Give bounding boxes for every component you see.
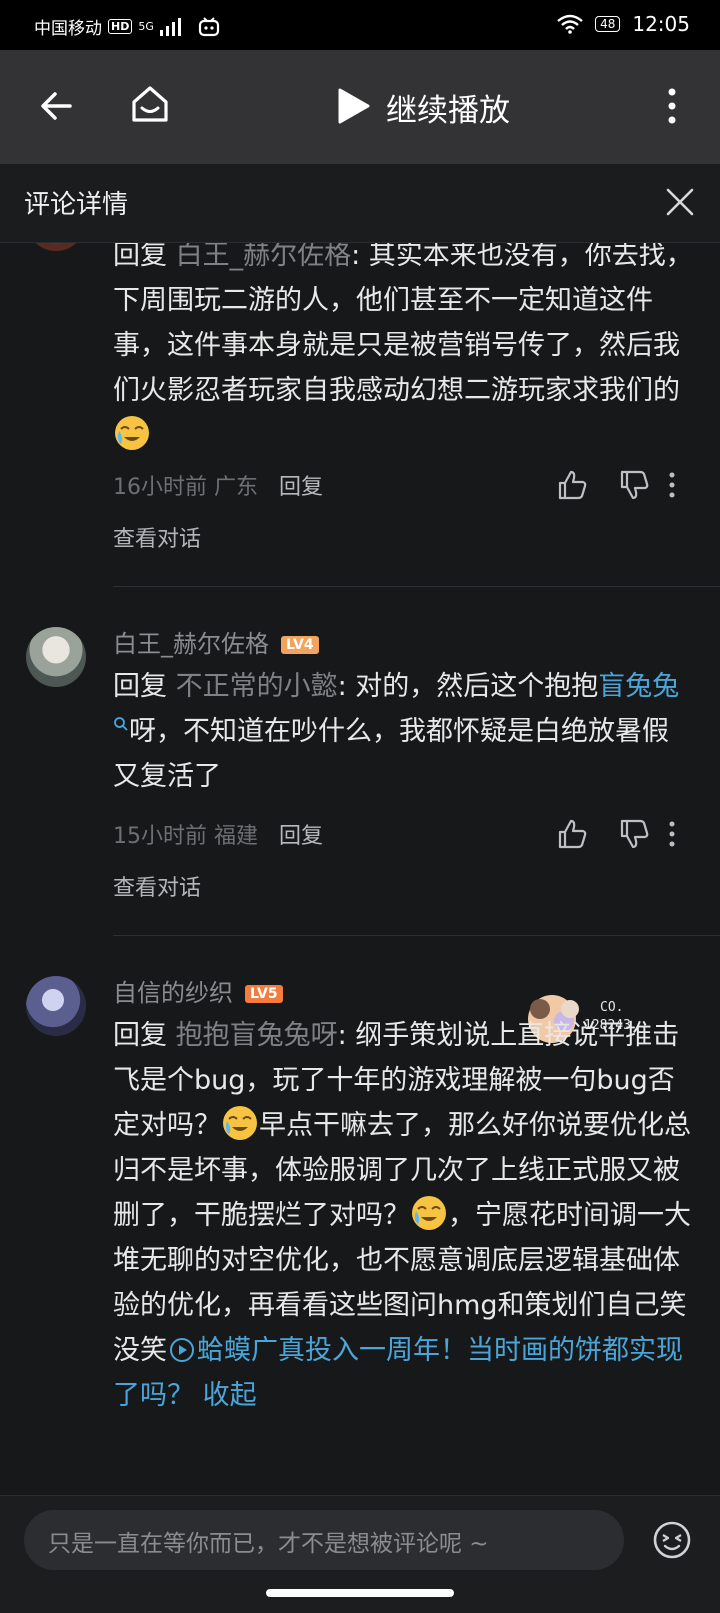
reply-button[interactable]: 回复: [279, 824, 323, 849]
more-vertical-icon[interactable]: [664, 86, 680, 126]
comment-input[interactable]: 只是一直在等你而已，才不是想被评论呢 ~: [24, 1510, 624, 1570]
reply-button[interactable]: 回复: [279, 475, 323, 500]
dislike-icon[interactable]: [618, 469, 650, 501]
page-title: 评论详情: [24, 190, 129, 220]
emoji-icon[interactable]: [652, 1520, 692, 1560]
comment-actions: [556, 818, 696, 850]
reply-to-user[interactable]: 不正常的小懿: [176, 671, 338, 702]
network-label: 5G: [138, 20, 154, 33]
back-arrow-icon[interactable]: [36, 86, 76, 126]
comment-username[interactable]: 自信的纱织 LV5: [113, 973, 283, 1008]
comment-list: 回复 白王_赫尔佐格: 其实本来也没有，你去找，下周围玩二游的人，他们甚至不一定…: [0, 243, 720, 1495]
signal-icon: [159, 17, 181, 36]
crying-laugh-emoji-icon: [223, 1106, 257, 1140]
like-icon[interactable]: [556, 469, 588, 501]
level-badge: LV4: [281, 636, 319, 654]
comment-location: 广东: [214, 475, 259, 500]
crying-laugh-emoji-icon: [115, 416, 149, 450]
comment-detail-header: 评论详情: [0, 164, 720, 243]
avatar[interactable]: [26, 243, 86, 251]
comment-text: 回复 抱抱盲兔兔呀: 纲手策划说上直接说平推击飞是个bug，玩了十年的游戏理解被…: [113, 1020, 691, 1411]
collapse-button[interactable]: 收起: [203, 1380, 257, 1411]
avatar[interactable]: [26, 976, 86, 1036]
wifi-icon: [557, 14, 583, 34]
carrier-label: 中国移动: [34, 19, 102, 39]
divider: [113, 586, 720, 587]
comment-time: 16小时前: [113, 475, 207, 500]
divider: [113, 935, 720, 936]
close-icon[interactable]: [664, 186, 696, 218]
home-icon[interactable]: [128, 82, 172, 126]
comment-meta: 15小时前 福建 回复: [113, 818, 323, 850]
comment-username[interactable]: 白王_赫尔佐格 LV4: [113, 624, 319, 659]
app-notification-icon: [198, 16, 219, 36]
avatar[interactable]: [26, 627, 86, 687]
view-conversation-link[interactable]: 查看对话: [113, 870, 201, 902]
dislike-icon[interactable]: [618, 818, 650, 850]
crying-laugh-emoji-icon: [412, 1196, 446, 1230]
more-vertical-icon[interactable]: [666, 469, 678, 501]
resume-play-button[interactable]: 继续播放: [386, 85, 510, 130]
comment-text: 回复 白王_赫尔佐格: 其实本来也没有，你去找，下周围玩二游的人，他们甚至不一定…: [113, 243, 693, 458]
video-link[interactable]: 蛤蟆广真投入一周年！当时画的饼都实现了吗？: [113, 1335, 683, 1411]
play-circle-icon: [170, 1338, 194, 1362]
video-top-bar: 继续播放: [0, 50, 720, 164]
level-badge: LV5: [245, 985, 283, 1003]
view-conversation-link[interactable]: 查看对话: [113, 521, 201, 553]
comment-location: 福建: [214, 824, 259, 849]
status-bar: 中国移动 HD 5G 48 12:05: [0, 0, 720, 50]
battery-icon: 48: [595, 16, 621, 32]
reply-to-user[interactable]: 白王_赫尔佐格: [176, 243, 352, 271]
play-icon[interactable]: [334, 86, 372, 126]
hd-icon: HD: [108, 19, 133, 34]
comment-actions: [556, 469, 696, 501]
search-icon: [114, 717, 128, 731]
home-indicator[interactable]: [266, 1589, 454, 1597]
reply-to-user[interactable]: 抱抱盲兔兔呀: [176, 1020, 338, 1051]
comment-time: 15小时前: [113, 824, 207, 849]
clock: 12:05: [632, 12, 690, 36]
like-icon[interactable]: [556, 818, 588, 850]
more-vertical-icon[interactable]: [666, 818, 678, 850]
comment-meta: 16小时前 广东 回复: [113, 469, 323, 501]
comment-text: 回复 不正常的小懿: 对的，然后这个抱抱盲兔兔呀，不知道在吵什么，我都怀疑是白绝…: [113, 671, 680, 792]
